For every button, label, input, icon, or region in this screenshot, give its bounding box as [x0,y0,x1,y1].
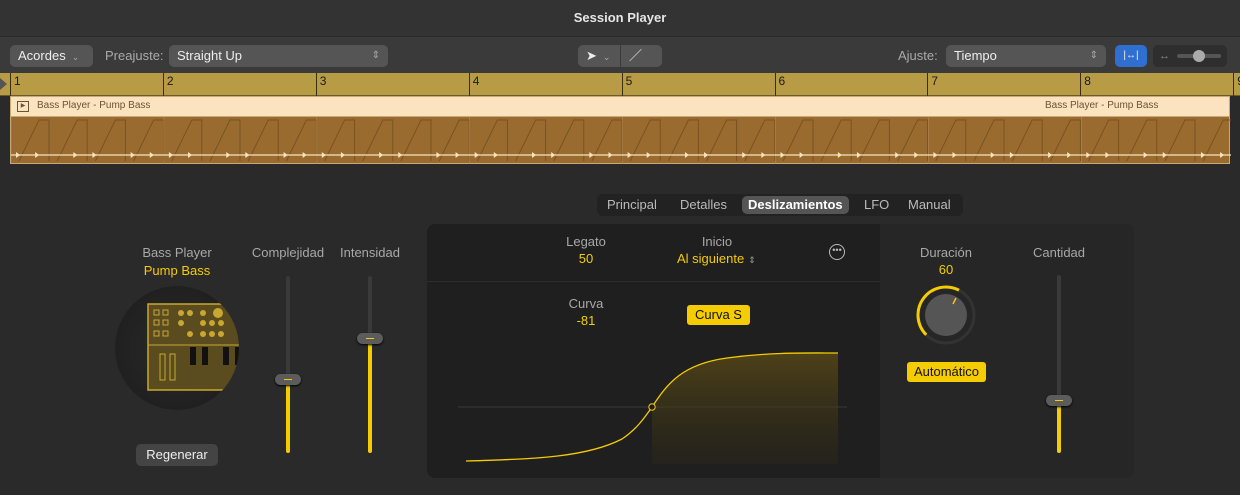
complexity-label: Complejidad [248,245,328,260]
slider-thumb[interactable] [275,374,301,385]
amount-label: Cantidad [1019,245,1099,260]
preset-select[interactable]: Straight Up ⇕ [169,45,388,67]
bar-number: 9 [1233,73,1240,96]
chords-label: Acordes [18,48,66,63]
player-title: Bass Player [115,245,239,260]
pencil-icon: ／ [629,48,642,63]
chevron-down-icon: ⌄ [72,52,80,62]
snap-select[interactable]: Tiempo ⇕ [946,45,1106,67]
zoom-slider-thumb[interactable] [1193,50,1205,62]
slider-fill [1057,400,1061,453]
synth-keyboard-icon [115,286,239,410]
toolbar: Acordes⌄ Preajuste: Straight Up⇕ ➤⌄ ／⌄ A… [0,36,1240,73]
curve-handle[interactable] [649,404,655,410]
bar-number: 2 [163,73,174,96]
slider-fill [368,338,372,453]
bar-number: 1 [10,73,21,96]
snap-value: Tiempo [954,48,997,63]
region-name-end: Bass Player - Pump Bass [1045,100,1158,111]
preset-value: Straight Up [177,48,242,63]
horizontal-zoom-icon: ↔ [1159,45,1170,67]
curve-fill [652,353,838,464]
amount-slider[interactable] [1046,275,1072,453]
region-header[interactable]: ▶ Bass Player - Pump Bass Bass Player - … [10,96,1230,117]
complexity-slider[interactable] [275,276,301,453]
note-pattern [11,117,1231,164]
region-content[interactable] [10,117,1230,164]
playhead-marker-icon[interactable] [0,78,7,90]
player-avatar[interactable] [115,286,239,410]
bar-number: 5 [622,73,633,96]
automatic-button[interactable]: Automático [907,362,986,382]
tab-principal[interactable]: Principal [601,196,663,214]
region-name: Bass Player - Pump Bass [37,100,150,111]
pencil-tool-button[interactable]: ／⌄ [621,45,662,67]
slider-fill [286,379,290,453]
fit-icon: |↔| [1123,50,1138,61]
bar-number: 8 [1080,73,1091,96]
play-region-icon[interactable]: ▶ [17,101,29,112]
tab-manual[interactable]: Manual [902,196,957,214]
duration-value: 60 [906,262,986,277]
bar-ruler[interactable]: 1 2 3 4 5 6 7 8 9 [0,73,1240,96]
intensity-label: Intensidad [335,245,405,260]
intensity-slider[interactable] [357,276,383,453]
bar-number: 7 [927,73,938,96]
bar-number: 6 [775,73,786,96]
tab-bar: Principal Detalles Deslizamientos LFO Ma… [597,194,963,216]
fit-zoom-button[interactable]: |↔| [1115,45,1147,67]
updown-icon: ⇕ [372,45,380,67]
regenerate-button[interactable]: Regenerar [136,444,218,466]
duration-knob[interactable] [913,285,979,351]
bar-number: 3 [316,73,327,96]
slider-thumb[interactable] [357,333,383,344]
curve-graph[interactable] [427,224,880,478]
tab-lfo[interactable]: LFO [858,196,895,214]
slides-panel: Legato 50 Inicio Al siguiente⇕ ••• Curva… [427,224,1134,478]
pointer-icon: ➤ [586,48,597,63]
window-title: Session Player [0,0,1240,36]
snap-label: Ajuste: [898,45,938,67]
duration-label: Duración [906,245,986,260]
chords-dropdown[interactable]: Acordes ⌄ [10,45,93,67]
tab-detalles[interactable]: Detalles [674,196,733,214]
zoom-slider[interactable]: ↔ [1153,45,1227,67]
tab-deslizamientos[interactable]: Deslizamientos [742,196,849,214]
player-preset: Pump Bass [115,263,239,278]
preset-label: Preajuste: [105,45,164,67]
bar-number: 4 [469,73,480,96]
chevron-down-icon: ⌄ [603,52,611,62]
slider-thumb[interactable] [1046,395,1072,406]
updown-icon: ⇕ [1090,45,1098,67]
pointer-tool-button[interactable]: ➤⌄ [578,45,620,67]
